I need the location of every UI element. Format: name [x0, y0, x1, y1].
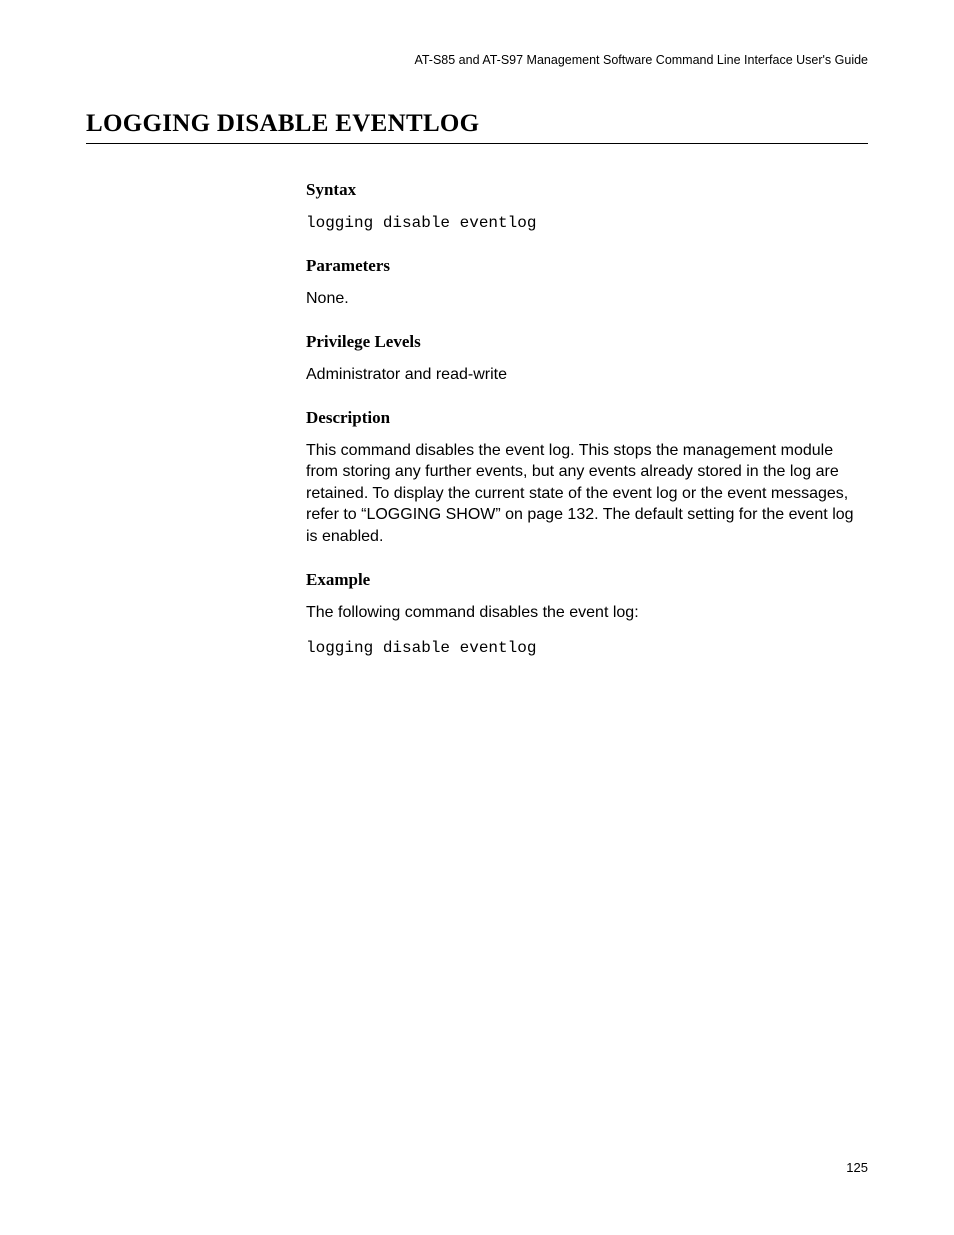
- example-heading: Example: [306, 570, 868, 590]
- example-text: The following command disables the event…: [306, 602, 868, 624]
- description-heading: Description: [306, 408, 868, 428]
- privilege-heading: Privilege Levels: [306, 332, 868, 352]
- page-number: 125: [846, 1160, 868, 1175]
- running-header: AT-S85 and AT-S97 Management Software Co…: [414, 53, 868, 67]
- parameters-text: None.: [306, 288, 868, 310]
- privilege-text: Administrator and read-write: [306, 364, 868, 386]
- syntax-heading: Syntax: [306, 180, 868, 200]
- page-title: LOGGING DISABLE EVENTLOG: [86, 110, 868, 144]
- syntax-code: logging disable eventlog: [306, 212, 868, 234]
- content-body: Syntax logging disable eventlog Paramete…: [306, 180, 868, 660]
- description-text: This command disables the event log. Thi…: [306, 440, 868, 548]
- example-code: logging disable eventlog: [306, 637, 868, 659]
- parameters-heading: Parameters: [306, 256, 868, 276]
